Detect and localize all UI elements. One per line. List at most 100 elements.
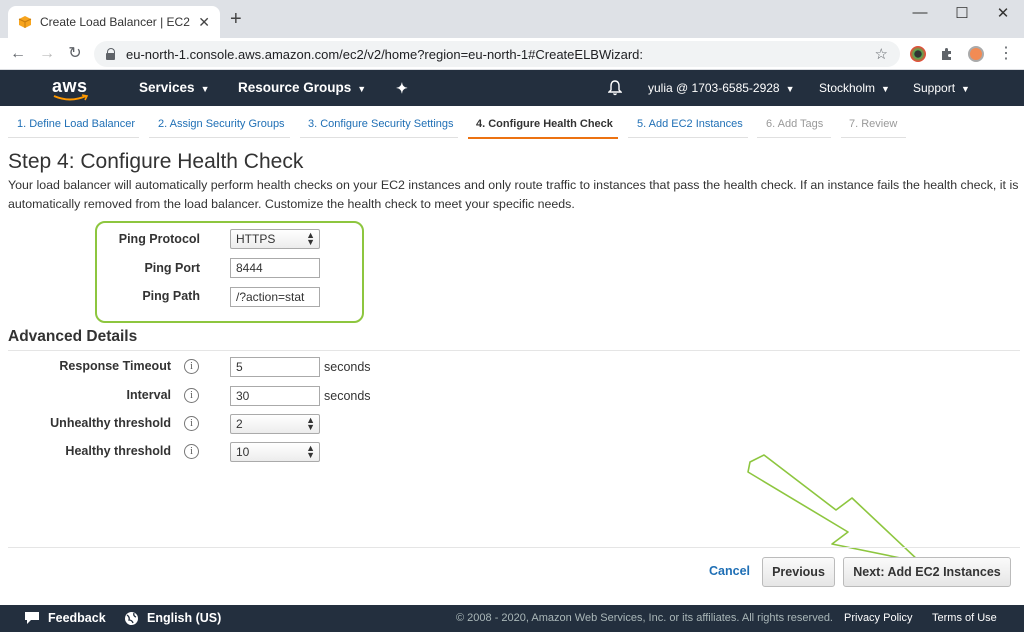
notification-bell-icon[interactable]: [608, 80, 622, 96]
support-menu[interactable]: Support ▼: [913, 81, 970, 95]
aws-smile-icon: [53, 94, 89, 101]
resource-groups-menu[interactable]: Resource Groups ▼: [238, 80, 366, 95]
browser-tab[interactable]: Create Load Balancer | EC2 Mana ✕: [8, 6, 220, 38]
resource-groups-label: Resource Groups: [238, 80, 352, 95]
wizard-step-5[interactable]: 5. Add EC2 Instances: [637, 118, 743, 130]
aws-logo-text: aws: [52, 76, 88, 96]
step-divider: [300, 137, 458, 138]
ping-port-label: Ping Port: [144, 261, 200, 275]
info-icon[interactable]: i: [184, 444, 199, 459]
profile-avatar-icon[interactable]: [968, 46, 984, 62]
wizard-step-6: 6. Add Tags: [766, 118, 824, 130]
region-menu[interactable]: Stockholm ▼: [819, 81, 890, 95]
response-timeout-unit: seconds: [324, 360, 371, 374]
terms-of-use-link[interactable]: Terms of Use: [932, 612, 997, 624]
previous-button[interactable]: Previous: [762, 557, 835, 587]
active-step-underline: [468, 137, 618, 139]
lock-icon: [106, 48, 116, 60]
cancel-button[interactable]: Cancel: [709, 564, 750, 578]
url-text[interactable]: eu-north-1.console.aws.amazon.com/ec2/v2…: [126, 47, 875, 62]
info-icon[interactable]: i: [184, 359, 199, 374]
wizard-step-4[interactable]: 4. Configure Health Check: [476, 118, 613, 130]
address-bar-row: ← → ↻ eu-north-1.console.aws.amazon.com/…: [0, 38, 1024, 70]
copyright-text: © 2008 - 2020, Amazon Web Services, Inc.…: [456, 612, 833, 624]
wizard-step-1[interactable]: 1. Define Load Balancer: [17, 118, 135, 130]
new-tab-button[interactable]: +: [230, 9, 242, 29]
close-window-button[interactable]: ✕: [988, 4, 1018, 22]
wizard-step-2[interactable]: 2. Assign Security Groups: [158, 118, 285, 130]
aws-cube-icon: [18, 16, 32, 28]
ping-path-input[interactable]: [230, 287, 320, 307]
annotation-arrow: [747, 454, 921, 563]
info-icon[interactable]: i: [184, 416, 199, 431]
tab-title: Create Load Balancer | EC2 Mana: [40, 15, 192, 29]
step-divider: [149, 137, 290, 138]
reload-icon[interactable]: ↻: [65, 44, 85, 64]
interval-input[interactable]: [230, 386, 320, 406]
chevron-down-icon: ▼: [881, 84, 890, 94]
ping-protocol-value: HTTPS: [236, 232, 276, 246]
wizard-step-7: 7. Review: [849, 118, 898, 130]
select-arrows-icon: ▲ ▼: [306, 230, 315, 247]
step-divider: [757, 137, 831, 138]
services-menu[interactable]: Services ▼: [139, 80, 209, 95]
privacy-policy-link[interactable]: Privacy Policy: [844, 612, 912, 624]
next-add-ec2-instances-button[interactable]: Next: Add EC2 Instances: [843, 557, 1011, 587]
browser-tab-bar: Create Load Balancer | EC2 Mana ✕ + — ☐ …: [0, 0, 1024, 38]
back-arrow-icon[interactable]: ←: [8, 44, 28, 64]
maximize-button[interactable]: ☐: [947, 4, 977, 22]
unhealthy-threshold-select[interactable]: 2 ▲ ▼: [230, 414, 320, 434]
chevron-down-icon: ▼: [200, 84, 210, 94]
services-label: Services: [139, 80, 195, 95]
extension-color-icon[interactable]: [910, 46, 926, 62]
tab-close-icon[interactable]: ✕: [198, 14, 210, 31]
section-divider: [8, 547, 1020, 548]
advanced-details-heading: Advanced Details: [8, 328, 138, 345]
feedback-speech-icon: [25, 612, 39, 624]
select-arrows-icon: ▲ ▼: [306, 443, 315, 460]
interval-label: Interval: [126, 388, 171, 402]
region-label: Stockholm: [819, 81, 876, 95]
forward-arrow-icon[interactable]: →: [37, 44, 57, 64]
omnibox[interactable]: eu-north-1.console.aws.amazon.com/ec2/v2…: [94, 41, 900, 67]
wizard-step-3[interactable]: 3. Configure Security Settings: [308, 118, 454, 130]
step-divider: [8, 137, 139, 138]
bookmark-star-icon[interactable]: ☆: [875, 45, 888, 63]
pin-icon[interactable]: ✦: [396, 80, 408, 97]
aws-top-nav: aws Services ▼ Resource Groups ▼ ✦ yulia @…: [0, 70, 1024, 106]
page-title: Step 4: Configure Health Check: [8, 150, 304, 173]
ping-port-input[interactable]: [230, 258, 320, 278]
minimize-button[interactable]: —: [905, 4, 935, 21]
support-label: Support: [913, 81, 956, 95]
chevron-down-icon: ▼: [785, 84, 795, 94]
ping-protocol-select[interactable]: HTTPS ▲ ▼: [230, 229, 320, 249]
chevron-down-icon: ▼: [961, 84, 970, 94]
wizard-steps: 1. Define Load Balancer 2. Assign Securi…: [0, 110, 1024, 140]
user-account-menu[interactable]: yulia @ 1703-6585-2928 ▼: [648, 81, 795, 95]
user-label: yulia @ 1703-6585-2928: [648, 81, 780, 95]
info-icon[interactable]: i: [184, 388, 199, 403]
step-divider: [628, 137, 748, 138]
ping-protocol-label: Ping Protocol: [118, 232, 200, 246]
healthy-threshold-label: Healthy threshold: [65, 444, 171, 458]
aws-logo[interactable]: aws: [52, 76, 92, 102]
unhealthy-threshold-label: Unhealthy threshold: [50, 416, 171, 430]
ping-path-label: Ping Path: [142, 289, 200, 303]
extensions-puzzle-icon[interactable]: [939, 46, 955, 62]
unhealthy-threshold-value: 2: [236, 417, 243, 431]
healthy-threshold-value: 10: [236, 445, 250, 459]
select-arrows-icon: ▲ ▼: [306, 415, 315, 432]
chevron-down-icon: ▼: [357, 84, 367, 94]
step-divider: [841, 137, 906, 138]
browser-menu-icon[interactable]: ⋮: [996, 44, 1016, 64]
response-timeout-input[interactable]: [230, 357, 320, 377]
globe-icon: [125, 612, 138, 625]
interval-unit: seconds: [324, 389, 371, 403]
language-selector[interactable]: English (US): [147, 611, 221, 625]
console-footer: Feedback English (US) © 2008 - 2020, Ama…: [0, 605, 1024, 632]
healthy-threshold-select[interactable]: 10 ▲ ▼: [230, 442, 320, 462]
page-description: Your load balancer will automatically pe…: [8, 178, 1019, 211]
section-divider: [8, 350, 1020, 351]
feedback-link[interactable]: Feedback: [48, 611, 106, 625]
response-timeout-label: Response Timeout: [59, 359, 171, 373]
